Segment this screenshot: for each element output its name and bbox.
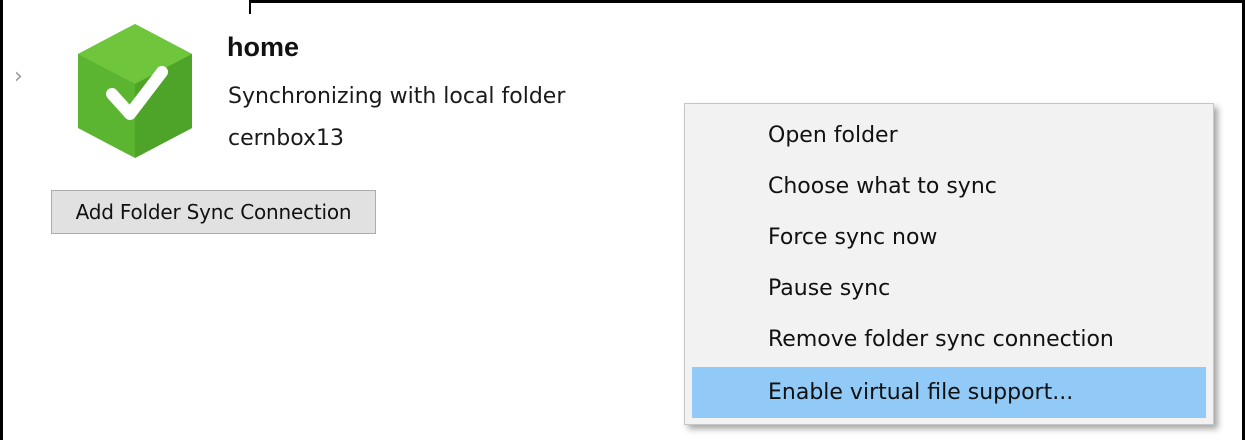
- folder-remote-name: cernbox13: [228, 126, 344, 151]
- sync-folders-panel: › home Synchronizing with local folder c…: [0, 0, 1245, 440]
- menu-item-pause-sync[interactable]: Pause sync: [692, 263, 1206, 314]
- chevron-right-icon[interactable]: ›: [14, 66, 28, 88]
- folder-context-menu: Open folder Choose what to sync Force sy…: [684, 103, 1214, 425]
- add-folder-sync-connection-button[interactable]: Add Folder Sync Connection: [51, 190, 376, 234]
- sync-ok-checkmark-icon: [78, 24, 192, 158]
- menu-item-choose-what-to-sync[interactable]: Choose what to sync: [692, 161, 1206, 212]
- frame-divider-tick: [249, 0, 251, 14]
- frame-border-top: [249, 0, 1245, 3]
- folder-name: home: [227, 32, 300, 62]
- menu-item-enable-virtual-file-support[interactable]: Enable virtual file support...: [692, 367, 1206, 418]
- menu-item-force-sync-now[interactable]: Force sync now: [692, 212, 1206, 263]
- menu-item-open-folder[interactable]: Open folder: [692, 110, 1206, 161]
- menu-item-remove-folder-sync-connection[interactable]: Remove folder sync connection: [692, 314, 1206, 365]
- frame-border-left: [0, 0, 3, 440]
- folder-sync-status: Synchronizing with local folder: [228, 84, 566, 109]
